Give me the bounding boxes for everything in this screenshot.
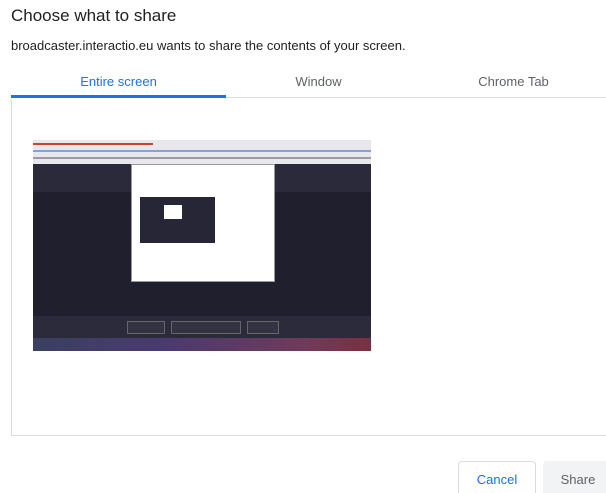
active-tab-indicator xyxy=(11,95,226,98)
source-panel xyxy=(11,99,606,436)
screen-thumbnail[interactable] xyxy=(33,140,371,351)
tab-bar: Entire screen Window Chrome Tab xyxy=(11,64,606,100)
tab-chrome-tab[interactable]: Chrome Tab xyxy=(411,64,606,98)
share-dialog: Choose what to share broadcaster.interac… xyxy=(0,0,606,493)
dialog-title: Choose what to share xyxy=(11,6,177,25)
thumbnail-tabstrip xyxy=(33,143,153,145)
thumbnail-nested-preview xyxy=(140,197,215,243)
tab-window[interactable]: Window xyxy=(226,64,411,98)
cancel-button[interactable]: Cancel xyxy=(458,461,536,493)
thumbnail-control-1 xyxy=(127,321,165,334)
dialog-subtitle: broadcaster.interactio.eu wants to share… xyxy=(11,38,406,53)
thumbnail-nested-window xyxy=(164,205,182,219)
share-button[interactable]: Share xyxy=(543,461,606,493)
thumbnail-control-3 xyxy=(247,321,279,334)
tab-entire-screen[interactable]: Entire screen xyxy=(11,64,226,98)
thumbnail-bookmarks xyxy=(33,157,371,159)
thumbnail-glow xyxy=(33,338,371,351)
thumbnail-nested-dialog xyxy=(131,164,275,282)
thumbnail-control-2 xyxy=(171,321,241,334)
thumbnail-toolbar xyxy=(33,150,371,152)
